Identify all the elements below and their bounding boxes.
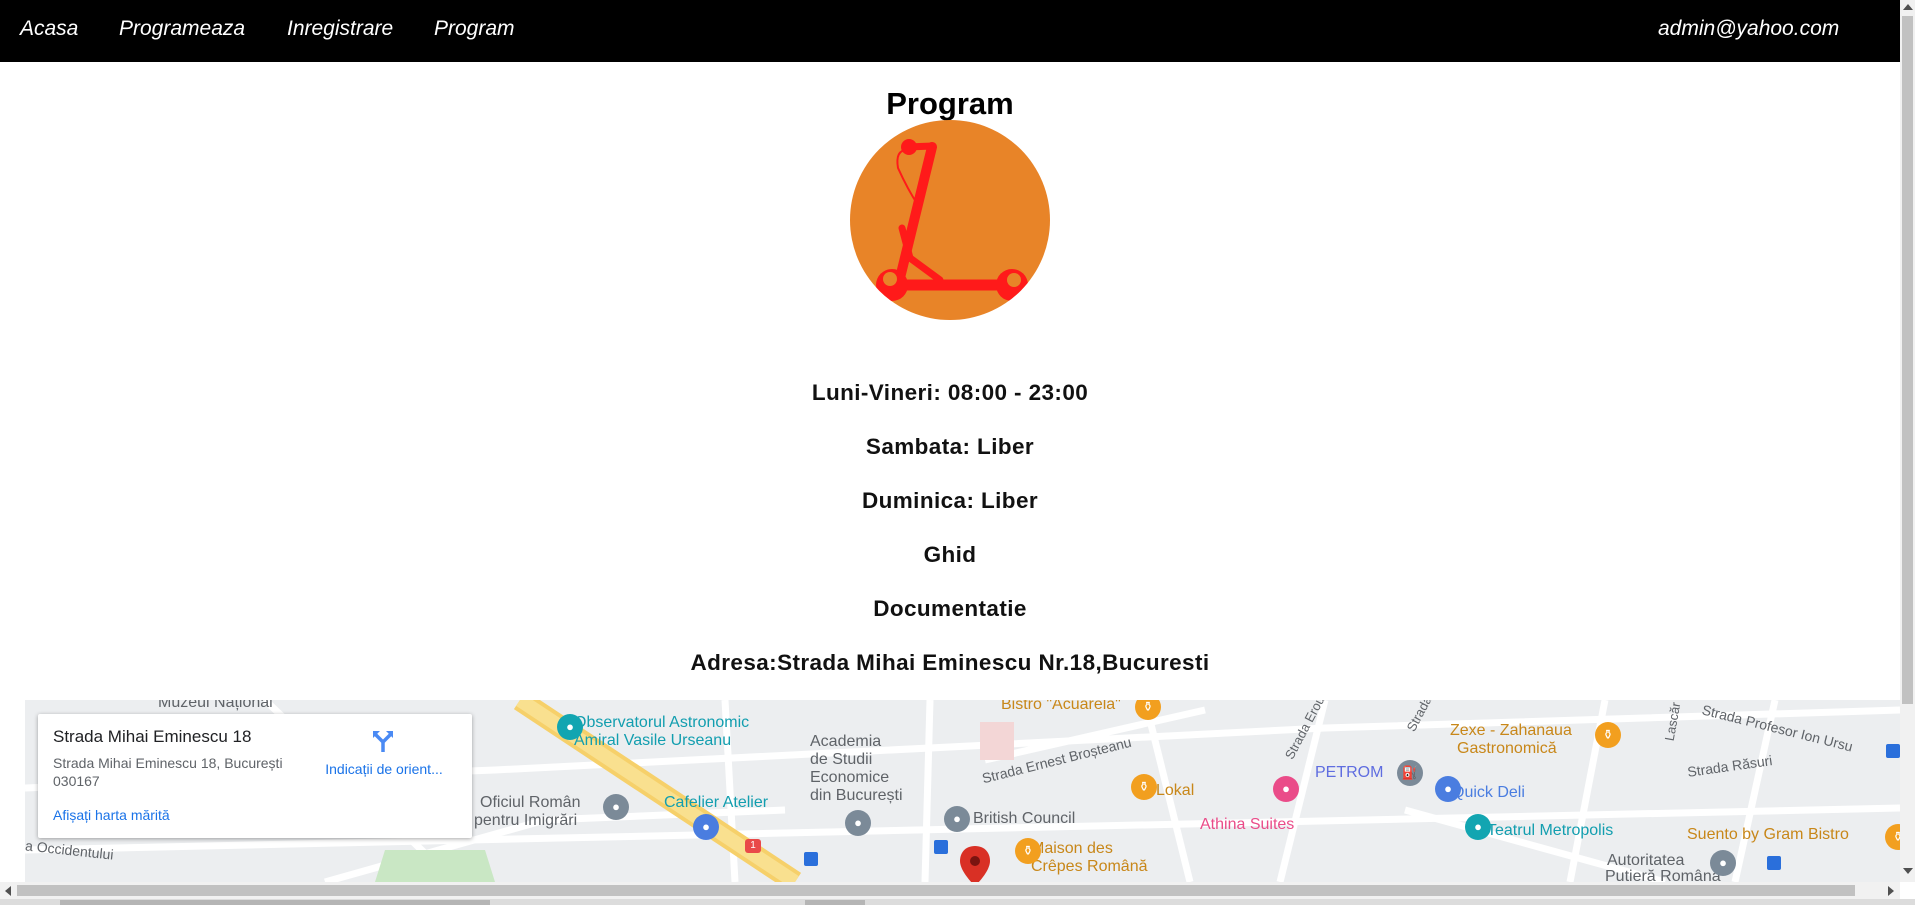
directions-icon [373,731,393,752]
vertical-scrollbar-thumb[interactable] [1902,16,1913,704]
nav-link-inregistrare[interactable]: Inregistrare [287,17,393,41]
vertical-scrollbar[interactable] [1900,0,1915,882]
map-label-bistro: Bistro "Acuarela" [1001,700,1121,713]
school-poi-icon[interactable]: ● [944,806,970,832]
hotel-poi-icon[interactable]: ● [1273,776,1299,802]
theater-poi-icon[interactable]: ● [1465,814,1491,840]
hours-saturday: Sambata: Liber [865,434,1035,459]
place-address-line1: Strada Mihai Eminescu 18, București [53,755,283,771]
bottom-edge-bar [0,899,1915,905]
map-label-academia-4: din București [810,787,903,804]
map-label-oficiul-1: Oficiul Român [480,794,581,811]
horizontal-scrollbar-thumb[interactable] [17,885,1855,896]
map-label-cafelier: Cafelier Atelier [664,794,769,811]
location-pin-icon[interactable] [958,844,992,882]
larger-map-link[interactable]: Afișați harta mărită [53,807,170,823]
restaurant-poi-icon[interactable]: ⚱ [1595,722,1621,748]
map-label-maison-2: Crêpes Română [1031,858,1148,875]
map-label-observator-1: Observatorul Astronomic [574,714,750,731]
restaurant-poi-icon[interactable]: ⚱ [1131,774,1157,800]
scroll-left-arrow-icon[interactable] [5,886,11,896]
scroll-right-arrow-icon[interactable] [1888,886,1894,896]
map-embed[interactable]: Muzeul Național Observatorul Astronomic … [25,700,1900,882]
bus-stop-icon [1767,856,1781,870]
map-label-putiera: Putieră Română [1605,868,1721,882]
nav-link-program[interactable]: Program [434,17,515,41]
hours-weekdays: Luni-Vineri: 08:00 - 23:00 [811,380,1089,405]
map-label-maison-1: Maison des [1031,840,1113,857]
map-label-academia-3: Economice [810,769,890,786]
hours-sunday: Duminica: Liber [861,488,1039,513]
map-label-petrom: PETROM [1315,764,1384,781]
map-label-quick-deli: Quick Deli [1452,784,1525,801]
page-title: Program [886,86,1014,121]
map-label-observator-2: Amiral Vasile Urseanu [574,732,732,749]
map-label-academia-2: de Studii [810,751,873,768]
scooter-wrench-icon [876,139,1028,301]
address-text: Adresa:Strada Mihai Eminescu Nr.18,Bucur… [690,650,1210,675]
map-label-teatrul: Teatrul Metropolis [1487,822,1614,839]
bottom-edge-segment [805,900,865,905]
school-poi-icon[interactable]: ● [845,810,871,836]
scroll-up-arrow-icon[interactable] [1903,4,1913,10]
place-name: Strada Mihai Eminescu 18 [53,727,252,746]
map-label-athina: Athina Suites [1200,816,1295,833]
government-poi-icon[interactable]: ● [603,794,629,820]
map-label-zexe-1: Zexe - Zahanaua [1450,722,1572,739]
government-poi-icon[interactable]: ● [1710,850,1736,876]
bus-stop-icon [804,852,818,866]
directions-label: Indicații de orient... [325,761,443,777]
documentation-link[interactable]: Documentatie [0,596,1900,622]
bus-stop-icon [934,840,948,854]
bottom-edge-segment [60,900,490,905]
map-label-academia-1: Academia [810,733,882,750]
bus-stop-icon [1886,744,1900,758]
user-email-link[interactable]: admin@yahoo.com [1658,17,1839,41]
map-label-lokal: Lokal [1156,782,1195,799]
gas-station-poi-icon[interactable]: ⛽ [1397,760,1423,786]
place-address-line2: 030167 [53,773,100,789]
shopping-poi-icon[interactable]: ● [1435,776,1461,802]
nav-link-programeaza[interactable]: Programeaza [119,17,245,41]
scooter-repair-logo [850,120,1050,320]
nav-link-acasa[interactable]: Acasa [20,17,78,41]
observatory-poi-icon[interactable]: ● [557,714,583,740]
scroll-down-arrow-icon[interactable] [1903,868,1913,874]
guide-link[interactable]: Ghid [0,542,1900,568]
map-place-card: Strada Mihai Eminescu 18 Strada Mihai Em… [38,714,472,838]
road-number-badge: 1 [745,839,761,853]
map-label-muzeu: Muzeul Național [158,700,273,711]
horizontal-scrollbar[interactable] [0,882,1900,899]
directions-button[interactable]: Indicații de orient... [310,728,458,788]
top-navbar: Acasa Programeaza Inregistrare Program a… [0,0,1900,62]
map-label-suento: Suento by Gram Bistro [1687,826,1849,843]
map-label-zexe-2: Gastronomică [1457,740,1557,757]
map-label-british-council: British Council [973,810,1076,827]
map-label-oficiul-2: pentru Imigrări [474,812,578,829]
shopping-poi-icon[interactable]: ● [693,814,719,840]
restaurant-poi-icon[interactable]: ⚱ [1015,838,1041,864]
